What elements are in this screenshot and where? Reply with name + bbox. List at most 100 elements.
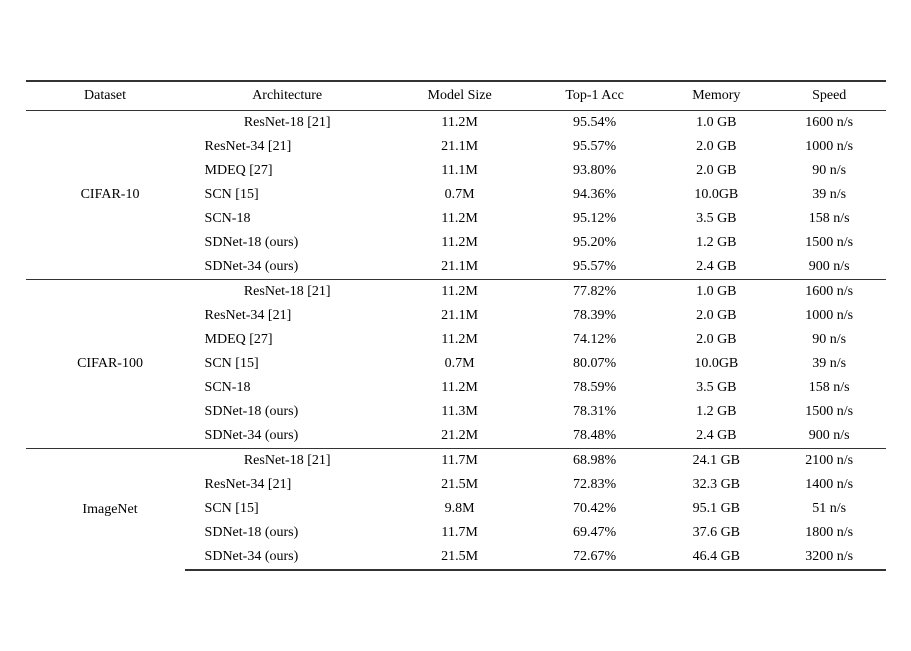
cell-architecture: SDNet-34 (ours): [185, 255, 390, 280]
cell-speed: 900 n/s: [773, 424, 886, 449]
cell-architecture: SDNet-18 (ours): [185, 400, 390, 424]
cell-speed: 1500 n/s: [773, 231, 886, 255]
cell-architecture: ResNet-18 [21]: [185, 449, 390, 474]
cell-speed: 2100 n/s: [773, 449, 886, 474]
dataset-label: CIFAR-100: [26, 280, 185, 449]
cell-top1-acc: 95.20%: [529, 231, 659, 255]
cell-memory: 10.0GB: [660, 183, 773, 207]
cell-memory: 2.0 GB: [660, 328, 773, 352]
cell-architecture: ResNet-34 [21]: [185, 304, 390, 328]
cell-model-size: 0.7M: [390, 352, 530, 376]
cell-top1-acc: 95.54%: [529, 111, 659, 136]
cell-model-size: 11.7M: [390, 521, 530, 545]
cell-top1-acc: 78.31%: [529, 400, 659, 424]
header-row: Dataset Architecture Model Size Top-1 Ac…: [26, 81, 886, 111]
table-row: ImageNetResNet-18 [21]11.7M68.98%24.1 GB…: [26, 449, 886, 474]
cell-top1-acc: 72.67%: [529, 545, 659, 570]
cell-top1-acc: 70.42%: [529, 497, 659, 521]
cell-top1-acc: 78.39%: [529, 304, 659, 328]
cell-memory: 1.0 GB: [660, 111, 773, 136]
cell-memory: 1.2 GB: [660, 400, 773, 424]
cell-architecture: SCN [15]: [185, 352, 390, 376]
cell-model-size: 21.5M: [390, 473, 530, 497]
cell-speed: 900 n/s: [773, 255, 886, 280]
cell-memory: 37.6 GB: [660, 521, 773, 545]
cell-top1-acc: 68.98%: [529, 449, 659, 474]
table-row: CIFAR-100ResNet-18 [21]11.2M77.82%1.0 GB…: [26, 280, 886, 305]
cell-model-size: 21.1M: [390, 135, 530, 159]
cell-memory: 95.1 GB: [660, 497, 773, 521]
results-table: Dataset Architecture Model Size Top-1 Ac…: [26, 80, 886, 571]
cell-memory: 2.0 GB: [660, 304, 773, 328]
cell-speed: 1000 n/s: [773, 304, 886, 328]
cell-model-size: 21.2M: [390, 424, 530, 449]
cell-model-size: 9.8M: [390, 497, 530, 521]
dataset-label: ImageNet: [26, 449, 185, 571]
cell-model-size: 11.7M: [390, 449, 530, 474]
cell-speed: 1000 n/s: [773, 135, 886, 159]
cell-architecture: SDNet-34 (ours): [185, 545, 390, 570]
cell-speed: 90 n/s: [773, 328, 886, 352]
cell-speed: 158 n/s: [773, 376, 886, 400]
cell-top1-acc: 80.07%: [529, 352, 659, 376]
dataset-label: CIFAR-10: [26, 111, 185, 280]
cell-speed: 3200 n/s: [773, 545, 886, 570]
cell-architecture: SDNet-34 (ours): [185, 424, 390, 449]
cell-memory: 2.0 GB: [660, 159, 773, 183]
cell-top1-acc: 94.36%: [529, 183, 659, 207]
cell-speed: 1800 n/s: [773, 521, 886, 545]
cell-top1-acc: 95.57%: [529, 135, 659, 159]
cell-architecture: MDEQ [27]: [185, 328, 390, 352]
cell-memory: 3.5 GB: [660, 207, 773, 231]
col-memory: Memory: [660, 81, 773, 111]
cell-model-size: 11.2M: [390, 111, 530, 136]
cell-speed: 39 n/s: [773, 352, 886, 376]
cell-memory: 3.5 GB: [660, 376, 773, 400]
cell-top1-acc: 95.57%: [529, 255, 659, 280]
cell-top1-acc: 77.82%: [529, 280, 659, 305]
col-model-size: Model Size: [390, 81, 530, 111]
cell-top1-acc: 78.59%: [529, 376, 659, 400]
cell-architecture: SCN-18: [185, 207, 390, 231]
cell-memory: 32.3 GB: [660, 473, 773, 497]
cell-top1-acc: 69.47%: [529, 521, 659, 545]
cell-top1-acc: 74.12%: [529, 328, 659, 352]
cell-architecture: ResNet-34 [21]: [185, 473, 390, 497]
cell-memory: 1.0 GB: [660, 280, 773, 305]
cell-model-size: 11.1M: [390, 159, 530, 183]
cell-architecture: ResNet-34 [21]: [185, 135, 390, 159]
cell-top1-acc: 95.12%: [529, 207, 659, 231]
cell-model-size: 11.2M: [390, 207, 530, 231]
cell-top1-acc: 93.80%: [529, 159, 659, 183]
cell-model-size: 11.2M: [390, 376, 530, 400]
cell-architecture: ResNet-18 [21]: [185, 280, 390, 305]
cell-memory: 1.2 GB: [660, 231, 773, 255]
cell-top1-acc: 72.83%: [529, 473, 659, 497]
cell-speed: 90 n/s: [773, 159, 886, 183]
cell-top1-acc: 78.48%: [529, 424, 659, 449]
cell-memory: 46.4 GB: [660, 545, 773, 570]
col-speed: Speed: [773, 81, 886, 111]
cell-model-size: 21.1M: [390, 255, 530, 280]
cell-memory: 10.0GB: [660, 352, 773, 376]
cell-speed: 39 n/s: [773, 183, 886, 207]
cell-memory: 2.4 GB: [660, 424, 773, 449]
cell-architecture: SDNet-18 (ours): [185, 231, 390, 255]
cell-architecture: MDEQ [27]: [185, 159, 390, 183]
cell-speed: 1500 n/s: [773, 400, 886, 424]
cell-speed: 158 n/s: [773, 207, 886, 231]
cell-model-size: 21.1M: [390, 304, 530, 328]
cell-model-size: 11.2M: [390, 280, 530, 305]
cell-architecture: SCN [15]: [185, 183, 390, 207]
cell-architecture: SDNet-18 (ours): [185, 521, 390, 545]
col-top1-acc: Top-1 Acc: [529, 81, 659, 111]
cell-model-size: 11.2M: [390, 231, 530, 255]
cell-memory: 2.4 GB: [660, 255, 773, 280]
cell-speed: 1600 n/s: [773, 111, 886, 136]
cell-memory: 2.0 GB: [660, 135, 773, 159]
col-dataset: Dataset: [26, 81, 185, 111]
cell-model-size: 11.2M: [390, 328, 530, 352]
cell-architecture: ResNet-18 [21]: [185, 111, 390, 136]
cell-architecture: SCN [15]: [185, 497, 390, 521]
cell-speed: 1600 n/s: [773, 280, 886, 305]
